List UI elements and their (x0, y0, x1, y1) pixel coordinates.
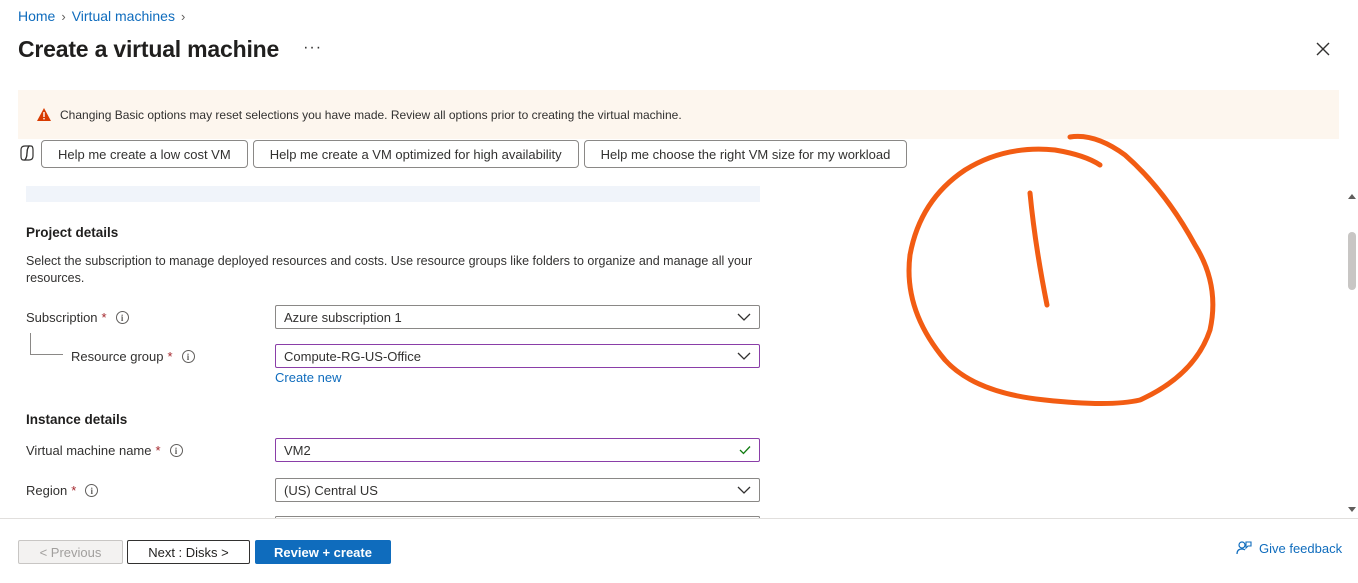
vm-name-label: Virtual machine name * i (26, 443, 183, 458)
info-icon[interactable]: i (181, 350, 195, 363)
subscription-label-text: Subscription (26, 310, 98, 325)
instance-details-heading: Instance details (26, 412, 128, 427)
chevron-right-icon: › (180, 8, 186, 24)
required-marker: * (71, 483, 77, 498)
breadcrumb-home-link[interactable]: Home (18, 8, 55, 24)
copilot-icon (20, 145, 34, 161)
info-icon[interactable]: i (169, 444, 183, 457)
required-marker: * (101, 310, 107, 325)
resource-group-select[interactable]: Compute-RG-US-Office (275, 344, 760, 368)
feedback-icon (1236, 541, 1252, 555)
required-marker: * (155, 443, 161, 458)
close-icon[interactable] (1312, 38, 1334, 60)
give-feedback-link[interactable]: Give feedback (1236, 540, 1342, 556)
chevron-down-icon (737, 313, 751, 321)
hand-drawn-circle-annotation (906, 133, 1216, 406)
vm-name-value: VM2 (284, 442, 311, 458)
region-label: Region * i (26, 483, 99, 498)
project-details-description: Select the subscription to manage deploy… (26, 254, 753, 285)
copilot-suggestions: Help me create a low cost VM Help me cre… (18, 140, 912, 168)
scrollbar-thumb[interactable] (1348, 232, 1356, 290)
suggestion-vm-size[interactable]: Help me choose the right VM size for my … (583, 140, 908, 168)
page-title: Create a virtual machine (18, 36, 280, 62)
chevron-right-icon: › (61, 8, 66, 24)
checkmark-icon (739, 446, 751, 455)
warning-text: Changing Basic options may reset selecti… (60, 107, 682, 122)
chevron-down-icon (737, 486, 751, 494)
scroll-up-arrow-icon[interactable] (1347, 192, 1357, 200)
breadcrumb-virtual-machines-link[interactable]: Virtual machines (72, 8, 175, 24)
region-label-text: Region (26, 483, 68, 498)
title-row: Create a virtual machine ··· (18, 36, 322, 63)
suggestion-high-availability[interactable]: Help me create a VM optimized for high a… (252, 140, 579, 168)
previous-button[interactable]: < Previous (18, 540, 123, 564)
breadcrumb: Home › Virtual machines › (18, 8, 191, 24)
give-feedback-text: Give feedback (1259, 540, 1343, 556)
tree-connector (30, 333, 63, 355)
create-new-resource-group-link[interactable]: Create new (275, 370, 341, 385)
warning-banner: Changing Basic options may reset selecti… (18, 90, 1339, 139)
subscription-label: Subscription * i (26, 310, 129, 325)
resource-group-label: Resource group * i (71, 349, 195, 364)
info-icon[interactable]: i (115, 311, 129, 324)
info-icon[interactable]: i (85, 484, 99, 497)
more-options-icon[interactable]: ··· (303, 39, 322, 57)
suggestion-low-cost-vm[interactable]: Help me create a low cost VM (41, 140, 248, 168)
tab-strip-background (26, 186, 760, 202)
resource-group-label-text: Resource group (71, 349, 164, 364)
vm-name-input[interactable]: VM2 (275, 438, 760, 462)
footer-divider (0, 518, 1358, 519)
subscription-value: Azure subscription 1 (284, 309, 402, 325)
resource-group-value: Compute-RG-US-Office (284, 348, 422, 364)
region-select[interactable]: (US) Central US (275, 478, 760, 502)
chevron-down-icon (737, 352, 751, 360)
vm-name-label-text: Virtual machine name (26, 443, 152, 458)
subscription-select[interactable]: Azure subscription 1 (275, 305, 760, 329)
next-disks-button[interactable]: Next : Disks > (127, 540, 250, 564)
scroll-down-arrow-icon[interactable] (1347, 506, 1357, 514)
required-marker: * (167, 349, 173, 364)
warning-icon (37, 108, 51, 121)
review-create-button[interactable]: Review + create (255, 540, 391, 564)
region-value: (US) Central US (284, 482, 378, 498)
project-details-heading: Project details (26, 225, 119, 240)
